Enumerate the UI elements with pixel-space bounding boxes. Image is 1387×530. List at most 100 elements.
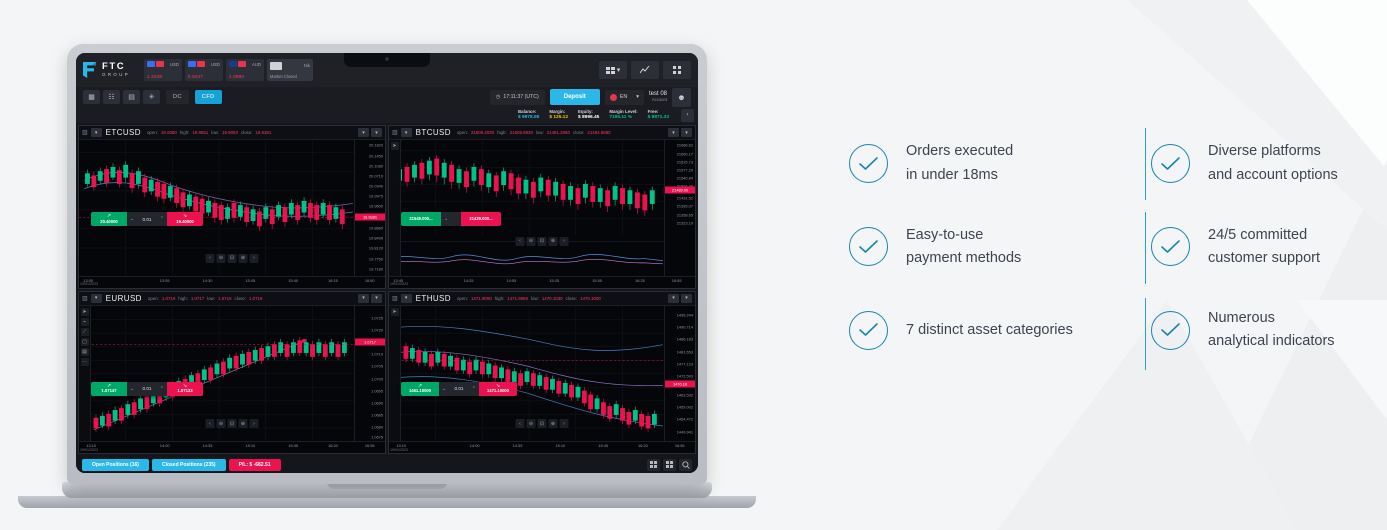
- sell-button[interactable]: ↘ 1.07133: [167, 381, 203, 396]
- price-axis[interactable]: 20.1820 20.1450 20.1080 20.0710 20.0340 …: [354, 140, 385, 276]
- stepper-up-icon[interactable]: ⌃: [160, 386, 164, 392]
- settings-icon[interactable]: ✳: [143, 90, 160, 104]
- timeframe-dropdown[interactable]: ▾: [400, 128, 412, 137]
- panel-body[interactable]: ➤: [389, 140, 695, 276]
- panel-settings-button[interactable]: ▾: [371, 293, 382, 303]
- timeframe-dropdown[interactable]: ▾: [400, 293, 412, 303]
- nav-zoom-out-icon[interactable]: ⊖: [526, 419, 536, 428]
- calendar-icon[interactable]: ▤: [123, 90, 140, 104]
- nav-prev-icon[interactable]: ‹: [205, 419, 215, 428]
- nav-prev-icon[interactable]: ‹: [515, 236, 525, 246]
- volume-stepper[interactable]: ⌄: [441, 212, 461, 226]
- volume-stepper[interactable]: ⌄ 0.01 ⌃: [127, 212, 167, 226]
- stepper-down-icon[interactable]: ⌄: [442, 386, 446, 392]
- stepper-down-icon[interactable]: ⌄: [130, 386, 134, 392]
- watchlist-tile[interactable]: USD 1.3338: [143, 59, 182, 81]
- nav-zoom-in-icon[interactable]: ⊕: [548, 236, 558, 246]
- avatar[interactable]: ☻: [672, 87, 691, 107]
- nav-zoom-out-icon[interactable]: ⊖: [526, 236, 536, 246]
- text-tool-icon[interactable]: ⋯: [80, 357, 89, 366]
- collapse-icon[interactable]: [647, 458, 660, 471]
- sell-button[interactable]: 21429.000...: [461, 212, 501, 226]
- trendline-tool-icon[interactable]: ⟋: [80, 327, 89, 336]
- price-axis[interactable]: 21686.62 21650.17 21615.73 21577.29 2154…: [664, 140, 695, 276]
- buy-button[interactable]: ↗ 20.40000: [91, 212, 127, 226]
- candlestick-icon[interactable]: ▥: [82, 129, 88, 136]
- panel-body[interactable]: ↗ 20.40000 ⌄ 0.01 ⌃ ↘ 19.40000 ‹ ⊖ ⊡ ⊕ ›…: [79, 140, 385, 276]
- watchlist-tile[interactable]: AUD 1.0890: [225, 59, 264, 81]
- time-axis[interactable]: 13:10 19/01/2023 14:00 14:35 15:10 15:45…: [389, 441, 695, 453]
- price-axis[interactable]: 1.0725 1.0720 1.0717 1.0710 1.0705 1.070…: [354, 305, 385, 441]
- tab-open-positions[interactable]: Open Positions (16): [82, 458, 149, 471]
- cursor-tool-icon[interactable]: ➤: [390, 142, 399, 150]
- panel-settings-button[interactable]: ▾: [681, 293, 692, 303]
- layout-grid-button[interactable]: ▾: [599, 61, 627, 79]
- nav-zoom-out-icon[interactable]: ⊖: [216, 253, 226, 263]
- candlestick-icon[interactable]: ▥: [392, 129, 398, 136]
- indicator-menu-button[interactable]: ▾: [668, 293, 679, 303]
- indicator-menu-button[interactable]: ▾: [358, 128, 369, 137]
- tab-closed-positions[interactable]: Closed Positions (235): [151, 458, 226, 471]
- volume-stepper[interactable]: ⌄ 0.01 ⌃: [127, 381, 167, 396]
- account-info[interactable]: test 08 Account: [649, 91, 667, 102]
- fibonacci-tool-icon[interactable]: ▤: [80, 347, 89, 356]
- expand-icon[interactable]: [663, 458, 676, 471]
- rectangle-tool-icon[interactable]: ▢: [80, 337, 89, 346]
- panel-settings-button[interactable]: ▾: [681, 128, 692, 137]
- watchlist-tile[interactable]: USD 0.9247: [184, 59, 223, 81]
- cursor-tool-icon[interactable]: ➤: [390, 307, 399, 316]
- time-axis[interactable]: 13:10 19/01/2023 14:00 14:35 15:10 15:45…: [79, 441, 385, 453]
- nav-fit-icon[interactable]: ⊡: [227, 253, 237, 263]
- nav-zoom-out-icon[interactable]: ⊖: [216, 419, 226, 428]
- magnet-tool-icon[interactable]: ⌁: [80, 317, 89, 326]
- time-axis[interactable]: 13:00 19/01/2023 13:55 14:30 15:05 15:40…: [79, 275, 385, 288]
- stepper-up-icon[interactable]: ⌃: [160, 216, 164, 222]
- candlestick-icon[interactable]: ▥: [82, 295, 88, 302]
- timeframe-dropdown[interactable]: ▾: [90, 293, 102, 303]
- stepper-up-icon[interactable]: ⌃: [472, 386, 476, 392]
- zoom-icon[interactable]: [679, 458, 692, 471]
- collapse-panel-button[interactable]: ‹: [681, 108, 694, 122]
- panel-body[interactable]: ➤ ⌁ ⟋ ▢ ▤ ⋯ ↗ 1.07147 ⌄ 0.01 ⌃ ↘ 1.07133…: [79, 305, 385, 441]
- watchlist-icon[interactable]: ☷: [103, 90, 120, 104]
- buy-button[interactable]: ↗ 1.07147: [91, 381, 127, 396]
- nav-fit-icon[interactable]: ⊡: [537, 236, 547, 246]
- fullscreen-button[interactable]: [663, 61, 691, 79]
- stepper-down-icon[interactable]: ⌄: [130, 216, 134, 222]
- panel-body[interactable]: ➤: [389, 305, 695, 441]
- grid-icon[interactable]: ▦: [83, 90, 100, 104]
- candlestick-icon[interactable]: ▥: [392, 295, 398, 302]
- trade-ticket[interactable]: ↗ 20.40000 ⌄ 0.01 ⌃ ↘ 19.40000: [91, 212, 203, 226]
- nav-prev-icon[interactable]: ‹: [205, 253, 215, 263]
- nav-next-icon[interactable]: ›: [559, 236, 569, 246]
- watchlist-tile-closed[interactable]: Nik Market Closed: [266, 59, 313, 81]
- nav-next-icon[interactable]: ›: [559, 419, 569, 428]
- cursor-tool-icon[interactable]: ➤: [80, 307, 89, 316]
- nav-next-icon[interactable]: ›: [249, 419, 259, 428]
- nav-fit-icon[interactable]: ⊡: [537, 419, 547, 428]
- nav-prev-icon[interactable]: ‹: [515, 419, 525, 428]
- sell-button[interactable]: ↘ 19.40000: [167, 212, 203, 226]
- nav-zoom-in-icon[interactable]: ⊕: [238, 419, 248, 428]
- time-axis[interactable]: 13:45 19/01/2023 14:25 14:55 15:25 15:55…: [389, 275, 695, 288]
- tab-cfd[interactable]: CFD: [194, 90, 222, 104]
- timeframe-dropdown[interactable]: ▾: [90, 128, 102, 137]
- indicator-menu-button[interactable]: ▾: [358, 293, 369, 303]
- deposit-button[interactable]: Deposit: [549, 89, 600, 105]
- nav-zoom-in-icon[interactable]: ⊕: [238, 253, 248, 263]
- price-plot[interactable]: [389, 140, 665, 276]
- buy-button[interactable]: 21549.000...: [401, 212, 441, 226]
- brand-logo[interactable]: FTC GROUP: [83, 62, 134, 78]
- trade-ticket[interactable]: ↗ 1.07147 ⌄ 0.01 ⌃ ↘ 1.07133: [91, 381, 203, 396]
- tab-dc[interactable]: DC: [166, 90, 189, 104]
- buy-button[interactable]: ↗ 1461.10000: [401, 381, 439, 396]
- chart-type-button[interactable]: [631, 61, 659, 79]
- nav-zoom-in-icon[interactable]: ⊕: [548, 419, 558, 428]
- sell-button[interactable]: ↘ 1471.10000: [479, 381, 517, 396]
- nav-next-icon[interactable]: ›: [249, 253, 259, 263]
- trade-ticket[interactable]: ↗ 1461.10000 ⌄ 0.01 ⌃ ↘ 1471.10000: [401, 381, 517, 396]
- language-selector[interactable]: EN ▾: [604, 89, 644, 105]
- trade-ticket[interactable]: 21549.000... ⌄ 21429.000...: [401, 212, 501, 226]
- volume-stepper[interactable]: ⌄ 0.01 ⌃: [439, 381, 479, 396]
- stepper-down-icon[interactable]: ⌄: [444, 216, 448, 222]
